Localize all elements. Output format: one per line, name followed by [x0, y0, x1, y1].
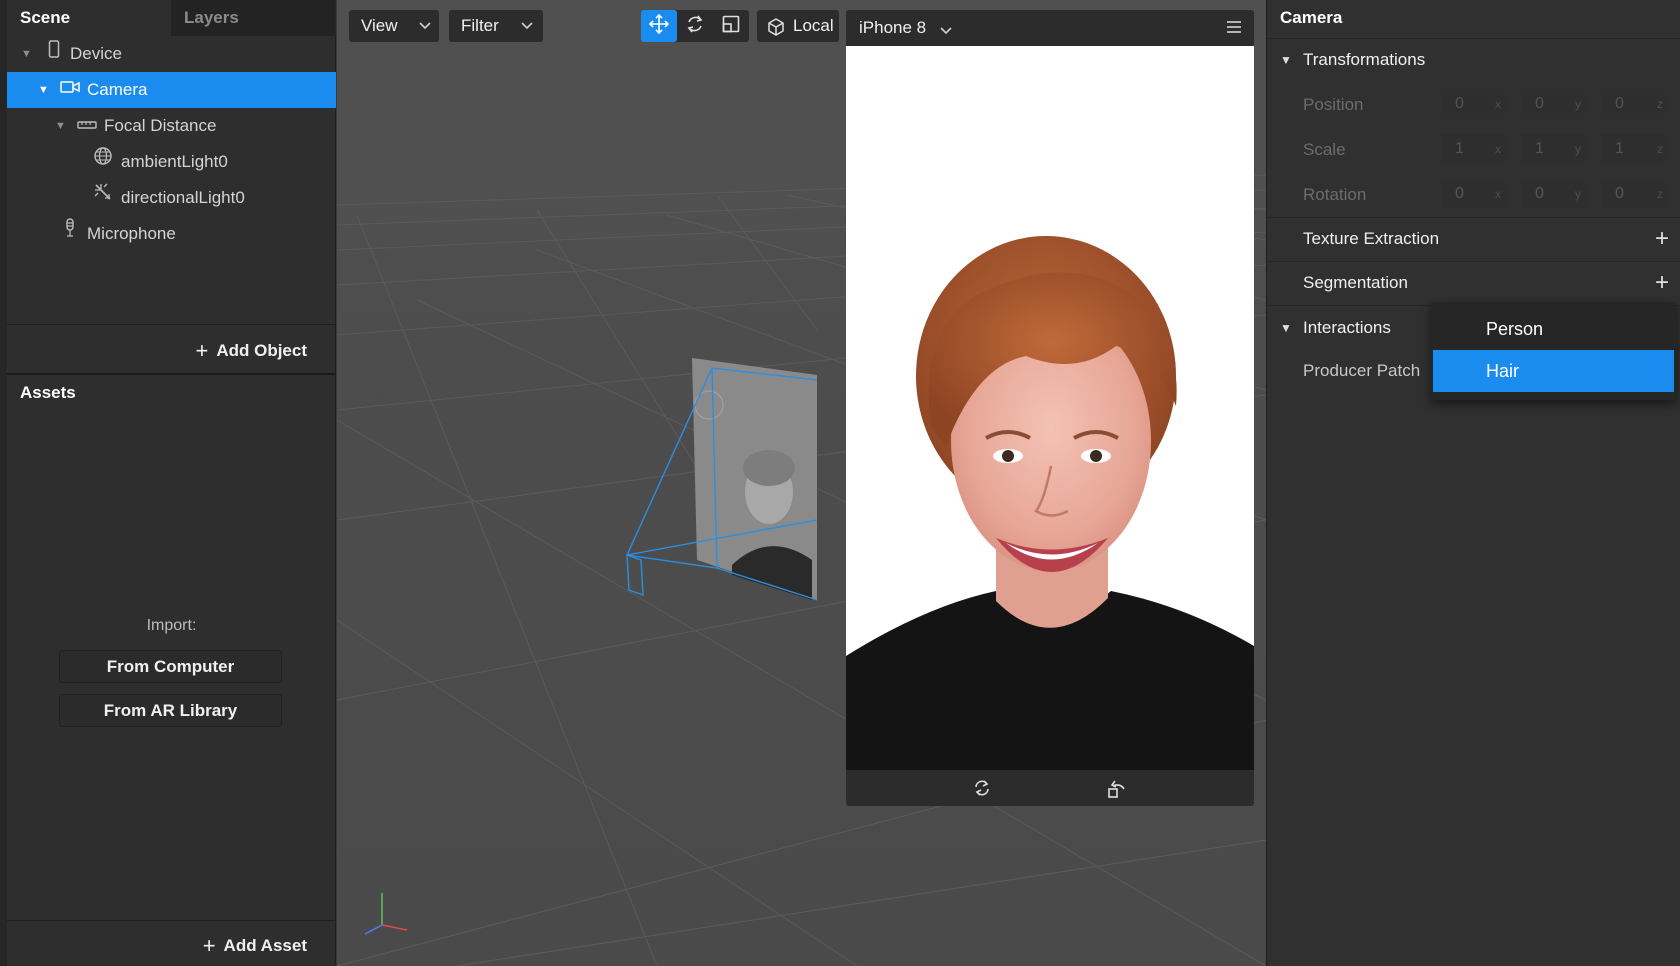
chevron-down-icon: [521, 10, 533, 42]
collapse-triangle-icon[interactable]: ▼: [55, 108, 66, 144]
section-label: Segmentation: [1303, 273, 1408, 292]
device-select-label[interactable]: iPhone 8: [859, 10, 926, 46]
swap-camera-icon[interactable]: [972, 778, 992, 803]
rotation-z-field[interactable]: 0: [1601, 179, 1665, 209]
plus-icon[interactable]: +: [1655, 217, 1669, 261]
tree-item-label: Microphone: [87, 224, 176, 243]
axis-label: x: [1495, 142, 1501, 156]
tree-item-label: directionalLight0: [121, 188, 245, 207]
axis-label: z: [1657, 142, 1663, 156]
device-preview-header: iPhone 8: [846, 10, 1254, 46]
axis-label: x: [1495, 187, 1501, 201]
view-dropdown[interactable]: View: [349, 10, 439, 42]
tab-layers[interactable]: Layers: [171, 0, 335, 36]
position-z-field[interactable]: 0: [1601, 89, 1665, 119]
section-label: Texture Extraction: [1303, 229, 1440, 248]
tree-item-directional-light[interactable]: directionalLight0: [7, 180, 336, 216]
plus-icon: +: [195, 338, 209, 363]
axis-label: y: [1575, 187, 1581, 201]
add-object-button[interactable]: + Add Object: [195, 338, 307, 364]
ruler-icon: [76, 108, 98, 144]
section-transformations[interactable]: ▼ Transformations: [1267, 38, 1680, 82]
section-label: Interactions: [1303, 318, 1391, 337]
view-label: View: [361, 16, 398, 35]
rotate-icon: [685, 14, 705, 39]
collapse-triangle-icon[interactable]: ▼: [1280, 306, 1292, 350]
tree-item-label: Device: [70, 44, 122, 63]
move-icon: [648, 13, 670, 40]
inspector-panel: Camera ▼ Transformations Position 0 x 0 …: [1266, 0, 1680, 966]
filter-label: Filter: [461, 16, 499, 35]
camera-icon: [59, 72, 81, 108]
segmentation-menu: Person Hair: [1431, 302, 1676, 400]
tree-item-label: Focal Distance: [104, 116, 217, 135]
scale-icon: [722, 15, 740, 38]
section-segmentation[interactable]: Segmentation +: [1267, 261, 1680, 305]
tree-item-label: Camera: [87, 80, 148, 99]
chevron-down-icon[interactable]: [940, 12, 952, 48]
collapse-triangle-icon[interactable]: ▼: [21, 36, 32, 72]
from-computer-button[interactable]: From Computer: [59, 650, 282, 683]
directional-light-icon: [92, 180, 114, 216]
divider: [7, 373, 336, 375]
collapse-triangle-icon[interactable]: ▼: [1280, 38, 1292, 82]
add-asset-label: Add Asset: [223, 936, 307, 955]
import-label: Import:: [146, 617, 197, 634]
add-object-label: Add Object: [216, 341, 307, 360]
local-label: Local: [793, 16, 834, 35]
axis-label: y: [1575, 97, 1581, 111]
plus-icon[interactable]: +: [1655, 261, 1669, 305]
axis-label: z: [1657, 97, 1663, 111]
move-tool-button[interactable]: [641, 10, 677, 42]
inspector-title: Camera: [1280, 8, 1343, 27]
local-space-toggle[interactable]: Local: [757, 10, 839, 42]
menu-icon[interactable]: [1226, 11, 1242, 47]
scale-label: Scale: [1303, 140, 1346, 159]
scene-viewport[interactable]: View Filter Local iPhone 8: [337, 0, 1266, 966]
tree-item-label: ambientLight0: [121, 152, 228, 171]
device-preview-footer: [846, 770, 1254, 806]
rotate-tool-button[interactable]: [677, 10, 713, 42]
tree-item-focal-distance[interactable]: ▼ Focal Distance: [7, 108, 336, 144]
camera-feed-image: [846, 46, 1254, 770]
scale-z-field[interactable]: 1: [1601, 134, 1665, 164]
axis-label: x: [1495, 97, 1501, 111]
divider: [7, 920, 336, 921]
panel-edge: [0, 0, 7, 966]
position-label: Position: [1303, 95, 1364, 114]
divider: [7, 324, 336, 325]
scene-tree: ▼ Device ▼ Camera ▼ Focal Distance ambie…: [7, 36, 336, 252]
menu-item-hair[interactable]: Hair: [1433, 350, 1674, 392]
producer-patch-label: Producer Patch: [1303, 361, 1421, 380]
assets-title: Assets: [20, 383, 76, 402]
scene-panel: Scene Layers ▼ Device ▼ Camera ▼ Focal D…: [0, 0, 336, 966]
tab-scene[interactable]: Scene: [7, 0, 171, 36]
from-ar-library-button[interactable]: From AR Library: [59, 694, 282, 727]
tree-item-device[interactable]: ▼ Device: [7, 36, 336, 72]
menu-item-person[interactable]: Person: [1433, 308, 1674, 350]
globe-icon: [92, 144, 114, 180]
add-asset-button[interactable]: + Add Asset: [203, 933, 307, 959]
transform-tools: [641, 10, 749, 42]
phone-icon: [43, 36, 65, 72]
tree-item-camera[interactable]: ▼ Camera: [7, 72, 336, 108]
tree-item-ambient-light[interactable]: ambientLight0: [7, 144, 336, 180]
plus-icon: +: [202, 933, 216, 958]
collapse-triangle-icon[interactable]: ▼: [38, 72, 49, 108]
microphone-icon: [59, 216, 81, 252]
rotate-device-icon[interactable]: [1107, 777, 1127, 804]
filter-dropdown[interactable]: Filter: [449, 10, 543, 42]
axis-label: y: [1575, 142, 1581, 156]
axis-label: z: [1657, 187, 1663, 201]
rotation-label: Rotation: [1303, 185, 1367, 204]
device-preview-screen[interactable]: [846, 46, 1254, 770]
section-label: Transformations: [1303, 50, 1426, 69]
section-texture-extraction[interactable]: Texture Extraction +: [1267, 217, 1680, 261]
chevron-down-icon: [419, 10, 431, 42]
scale-tool-button[interactable]: [713, 10, 749, 42]
scene-tabs: Scene Layers: [7, 0, 336, 36]
cube-icon: [766, 16, 786, 48]
tree-item-microphone[interactable]: Microphone: [7, 216, 336, 252]
